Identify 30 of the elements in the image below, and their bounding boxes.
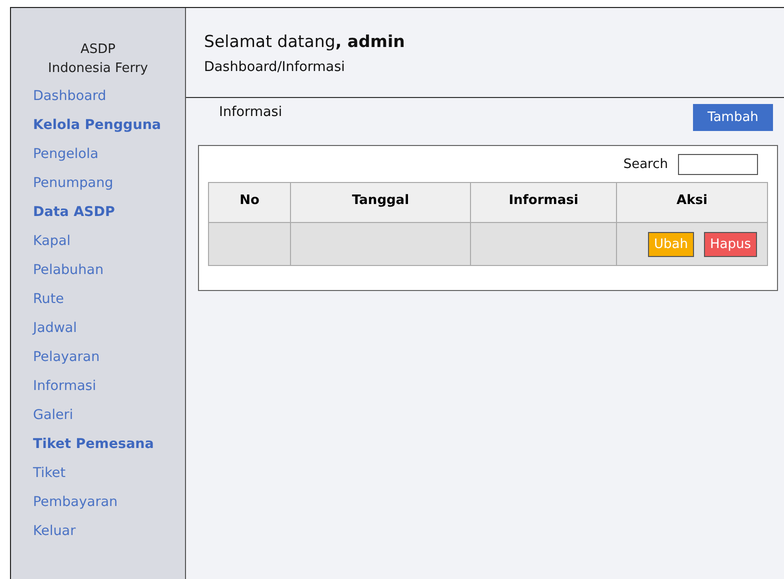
welcome-text: Selamat datang, admin [204,32,406,51]
brand-name: ASDP [80,41,116,59]
sidebar-link[interactable]: Pembayaran [33,488,185,517]
sidebar-link[interactable]: Dashboard [33,82,185,111]
column-header: Aksi [616,182,768,222]
column-header: No [208,182,290,222]
add-button[interactable]: Tambah [693,104,773,131]
sidebar-link[interactable]: Pelayaran [33,343,185,372]
sidebar-link[interactable]: Tiket [33,459,185,488]
search-label: Search [623,156,668,172]
sidebar-heading: Kelola Pengguna [33,116,162,135]
sidebar-link[interactable]: Rute [33,285,185,314]
sidebar-heading: Tiket Pemesana [33,435,155,454]
sidebar-link[interactable]: Informasi [33,372,185,401]
page-title: Informasi [219,104,282,120]
search-field[interactable] [678,154,758,174]
sidebar-link[interactable]: Pelabuhan [33,256,185,285]
sidebar-link[interactable]: Penumpang [33,169,185,198]
brand-name: Indonesia Ferry [47,60,149,78]
sidebar-link[interactable]: Jadwal [33,314,185,343]
sidebar-heading: Data ASDP [33,203,116,222]
delete-button[interactable]: Hapus [704,232,757,256]
sidebar-link[interactable]: Kapal [33,227,185,256]
edit-button[interactable]: Ubah [648,232,694,256]
sidebar-link[interactable]: Keluar [33,517,185,546]
column-header: Tanggal [290,182,470,222]
sidebar-link[interactable]: Galeri [33,401,185,430]
sidebar-link[interactable]: Pengelola [33,140,185,169]
breadcrumb: Dashboard/Informasi [204,59,346,75]
column-header: Informasi [470,182,616,222]
